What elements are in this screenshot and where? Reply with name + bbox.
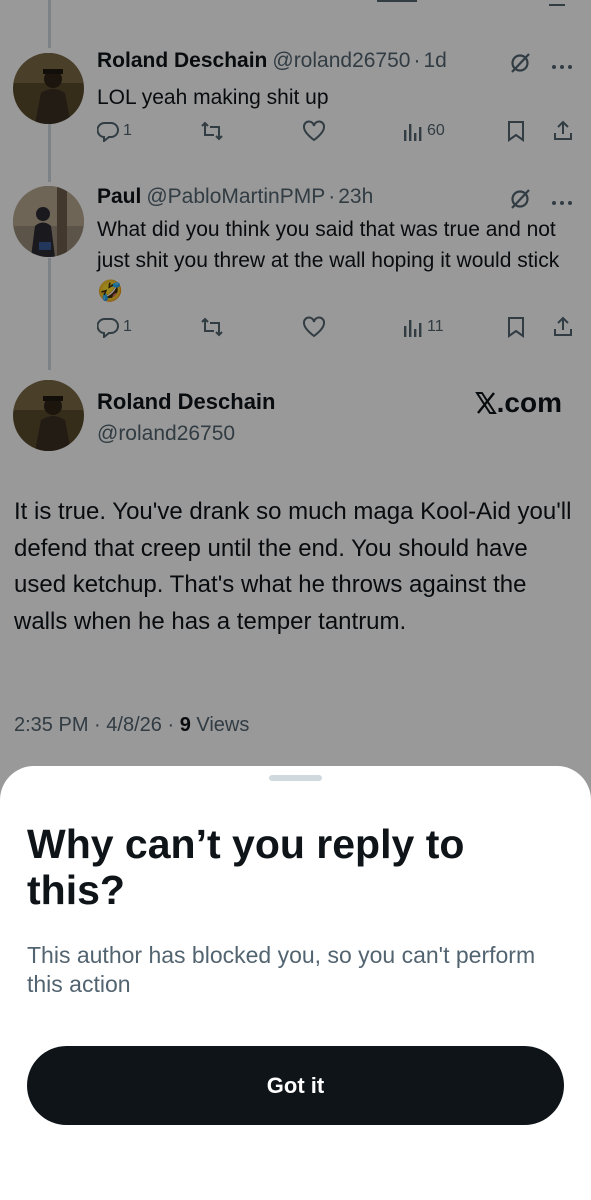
- sheet-grabber[interactable]: [269, 775, 322, 781]
- sheet-title: Why can’t you reply to this?: [27, 821, 465, 913]
- sheet-description: This author has blocked you, so you can'…: [27, 942, 536, 997]
- got-it-button[interactable]: Got it: [27, 1046, 564, 1125]
- bottom-sheet: Why can’t you reply to this? This author…: [0, 766, 591, 1200]
